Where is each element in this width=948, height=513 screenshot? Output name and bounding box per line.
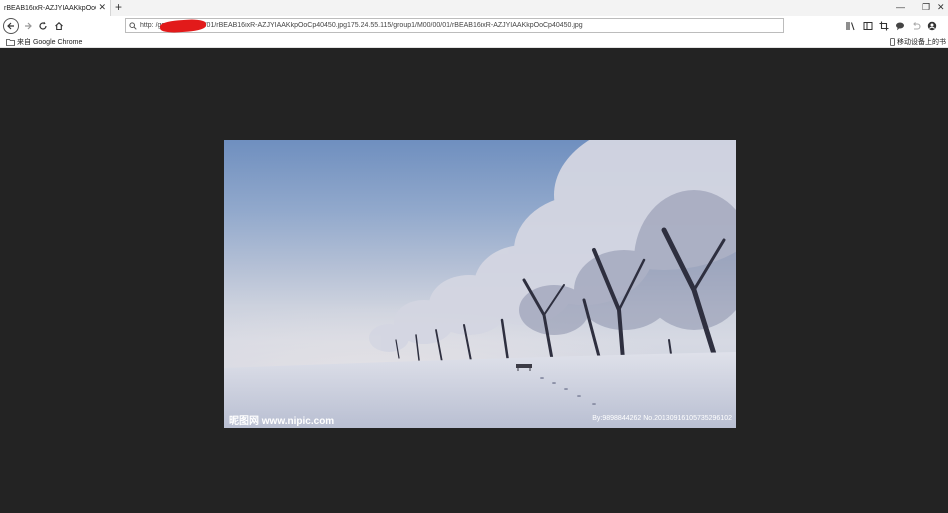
tab-strip: rBEAB16ixR-AZJYIAAKkpOoCp40 ✕ + — ❐ ✕ (0, 0, 948, 16)
redaction-mark (159, 18, 207, 34)
minimize-button[interactable]: — (896, 2, 905, 13)
screenshot-icon[interactable] (878, 20, 889, 31)
address-bar[interactable]: http: /group1/M00/00/01/rBEAB16ixR-AZJYI… (125, 18, 784, 34)
bookmark-label: 来自 Google Chrome (17, 39, 83, 46)
home-button[interactable] (51, 18, 67, 34)
home-icon (55, 22, 63, 31)
tab-close-icon[interactable]: ✕ (98, 2, 106, 13)
bookmark-folder-chrome[interactable]: 来自 Google Chrome (6, 37, 82, 47)
mobile-bookmarks[interactable]: 移动设备上的书 (890, 37, 946, 47)
reload-icon (39, 21, 47, 30)
chat-icon[interactable] (894, 20, 905, 31)
watermark-right: By:9898844262 No.20130916105735296102 (592, 415, 732, 422)
bookmarks-bar: 来自 Google Chrome 移动设备上的书 (0, 36, 948, 48)
back-arrow-icon (7, 22, 14, 30)
tab-active[interactable]: rBEAB16ixR-AZJYIAAKkpOoCp40 ✕ (0, 0, 111, 16)
forward-arrow-icon (25, 22, 32, 30)
navigation-bar: http: /group1/M00/00/01/rBEAB16ixR-AZJYI… (0, 16, 948, 36)
close-window-button[interactable]: ✕ (937, 2, 945, 13)
account-icon[interactable] (926, 20, 937, 31)
watermark-left: 昵图网 www.nipic.com (229, 416, 335, 427)
search-icon (126, 21, 140, 30)
snow-trees-photo[interactable]: 昵图网 www.nipic.com By:9898844262 No.20130… (224, 140, 736, 428)
restore-button[interactable]: ❐ (922, 2, 930, 13)
tab-title: rBEAB16ixR-AZJYIAAKkpOoCp40 (4, 4, 96, 12)
url-text: http: /group1/M00/00/01/rBEAB16ixR-AZJYI… (140, 22, 583, 29)
new-tab-button[interactable]: + (115, 1, 122, 14)
library-icon[interactable] (846, 20, 857, 31)
reload-button[interactable] (35, 18, 51, 34)
forward-button[interactable] (20, 18, 36, 34)
photo-scene (224, 140, 736, 428)
mobile-bookmarks-label: 移动设备上的书 (897, 39, 946, 46)
image-viewer: 昵图网 www.nipic.com By:9898844262 No.20130… (0, 48, 948, 513)
back-button[interactable] (3, 18, 19, 34)
undo-icon[interactable] (910, 20, 921, 31)
sidebar-icon[interactable] (862, 20, 873, 31)
mobile-device-icon (890, 38, 895, 46)
folder-icon (6, 38, 15, 46)
